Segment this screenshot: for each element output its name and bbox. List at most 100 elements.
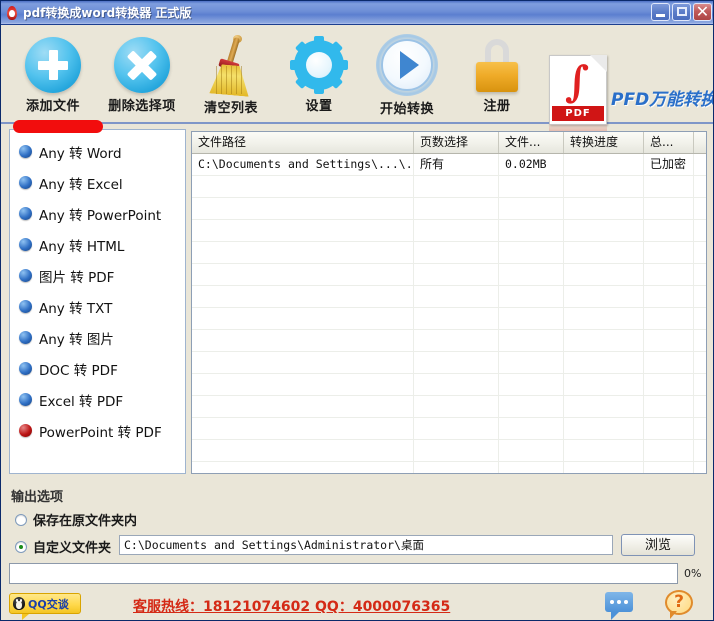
sidebar-item-doc-to-pdf[interactable]: DOC 转 PDF — [10, 353, 185, 384]
cell-empty — [564, 440, 644, 461]
pdf-document-icon: ∫ PDF — [549, 55, 607, 125]
qq-chat-button[interactable]: QQ交谈 — [9, 593, 81, 620]
cell-empty — [414, 198, 499, 219]
radio-save-in-source-folder[interactable]: 保存在原文件夹内 — [15, 510, 137, 529]
sidebar-item-label: PowerPoint 转 PDF — [39, 424, 162, 441]
table-row[interactable] — [192, 352, 706, 374]
cell-empty — [694, 198, 706, 219]
red-highlight-annotation — [13, 120, 103, 133]
cell-empty — [694, 308, 706, 329]
gear-settings-icon — [290, 36, 348, 94]
column-header-file-path[interactable]: 文件路径 — [192, 132, 414, 153]
cell-empty — [694, 264, 706, 285]
remove-selection-label: 删除选择项 — [108, 99, 176, 114]
start-convert-label: 开始转换 — [379, 102, 434, 117]
start-convert-button[interactable]: 开始转换 — [361, 34, 453, 117]
column-header-page-selection[interactable]: 页数选择 — [414, 132, 499, 153]
cell-empty — [499, 440, 564, 461]
table-row[interactable] — [192, 396, 706, 418]
support-hotline-text[interactable]: 客服热线：18121074602 QQ：4000076365 — [133, 596, 450, 616]
radio-custom-folder-label: 自定义文件夹 — [33, 541, 112, 556]
cell-empty — [192, 176, 414, 197]
conversion-progress-bar — [9, 563, 678, 584]
radio-icon[interactable] — [15, 513, 27, 526]
radio-custom-folder[interactable]: 自定义文件夹 — [15, 537, 111, 556]
minimize-button[interactable] — [651, 3, 670, 21]
output-options-title: 输出选项 — [11, 490, 64, 505]
table-row[interactable] — [192, 198, 706, 220]
table-row[interactable] — [192, 220, 706, 242]
cell-empty — [414, 242, 499, 263]
remove-selection-button[interactable]: 删除选择项 — [96, 37, 188, 114]
sidebar-item-image-to-pdf[interactable]: 图片 转 PDF — [10, 260, 185, 291]
cell-empty — [499, 374, 564, 395]
sidebar-item-any-to-word[interactable]: Any 转 Word — [10, 136, 185, 167]
close-button[interactable]: ✕ — [693, 3, 712, 21]
register-label: 注册 — [483, 99, 511, 114]
bullet-icon — [19, 145, 32, 158]
table-row[interactable] — [192, 418, 706, 440]
sidebar-item-any-to-powerpoint[interactable]: Any 转 PowerPoint — [10, 198, 185, 229]
column-header-total[interactable]: 总... — [644, 132, 694, 153]
cell-empty — [499, 352, 564, 373]
cell-empty — [644, 308, 694, 329]
play-start-convert-icon — [376, 34, 438, 96]
table-row[interactable] — [192, 286, 706, 308]
cell-empty — [192, 286, 414, 307]
cell-empty — [644, 264, 694, 285]
broom-clear-list-icon — [200, 35, 262, 95]
conversion-mode-list[interactable]: Any 转 Word Any 转 Excel Any 转 PowerPoint … — [9, 129, 186, 474]
add-file-label: 添加文件 — [25, 99, 80, 114]
radio-icon[interactable] — [15, 540, 27, 553]
cell-empty — [192, 418, 414, 439]
table-row[interactable] — [192, 264, 706, 286]
question-mark-help-icon[interactable]: ? — [665, 590, 693, 619]
cell-empty — [192, 242, 414, 263]
column-header-extra[interactable] — [694, 132, 706, 153]
sidebar-item-any-to-excel[interactable]: Any 转 Excel — [10, 167, 185, 198]
chat-bubble-icon[interactable] — [605, 592, 633, 620]
cell-empty — [192, 264, 414, 285]
cell-empty — [564, 352, 644, 373]
sidebar-item-any-to-html[interactable]: Any 转 HTML — [10, 229, 185, 260]
settings-button[interactable]: 设置 — [273, 36, 365, 114]
sidebar-item-excel-to-pdf[interactable]: Excel 转 PDF — [10, 384, 185, 415]
cell-empty — [192, 396, 414, 417]
cell-file-path: C:\Documents and Settings\...\... — [192, 154, 414, 175]
table-row[interactable] — [192, 330, 706, 352]
sidebar-item-powerpoint-to-pdf[interactable]: PowerPoint 转 PDF — [10, 415, 185, 446]
register-button[interactable]: 注册 — [451, 37, 543, 114]
column-header-file-size[interactable]: 文件... — [499, 132, 564, 153]
file-list-table[interactable]: 文件路径 页数选择 文件... 转换进度 总... C:\Documents a… — [191, 131, 707, 474]
table-row[interactable] — [192, 462, 706, 473]
cell-empty — [192, 374, 414, 395]
maximize-button[interactable] — [672, 3, 691, 21]
table-row[interactable] — [192, 308, 706, 330]
cell-empty — [644, 440, 694, 461]
clear-list-button[interactable]: 清空列表 — [185, 35, 277, 116]
table-row[interactable] — [192, 374, 706, 396]
cell-empty — [644, 220, 694, 241]
cell-empty — [192, 308, 414, 329]
sidebar-item-label: Any 转 TXT — [39, 300, 113, 317]
output-path-input[interactable]: C:\Documents and Settings\Administrator\… — [119, 535, 613, 555]
table-row[interactable]: C:\Documents and Settings\...\... 所有 0.0… — [192, 154, 706, 176]
column-header-convert-progress[interactable]: 转换进度 — [564, 132, 644, 153]
cell-empty — [192, 220, 414, 241]
cell-empty — [644, 242, 694, 263]
cell-empty — [414, 308, 499, 329]
help-glyph: ? — [674, 592, 684, 612]
sidebar-item-any-to-image[interactable]: Any 转 图片 — [10, 322, 185, 353]
sidebar-item-label: Excel 转 PDF — [39, 393, 124, 410]
sidebar-item-label: Any 转 PowerPoint — [39, 207, 162, 224]
browse-button[interactable]: 浏览 — [621, 534, 695, 556]
table-row[interactable] — [192, 440, 706, 462]
cell-empty — [564, 264, 644, 285]
table-row[interactable] — [192, 176, 706, 198]
sidebar-item-label: Any 转 图片 — [39, 331, 114, 348]
table-row[interactable] — [192, 242, 706, 264]
pdf-app-icon — [4, 5, 20, 21]
add-file-button[interactable]: 添加文件 — [7, 37, 99, 114]
sidebar-item-any-to-txt[interactable]: Any 转 TXT — [10, 291, 185, 322]
add-file-plus-icon — [25, 37, 81, 93]
